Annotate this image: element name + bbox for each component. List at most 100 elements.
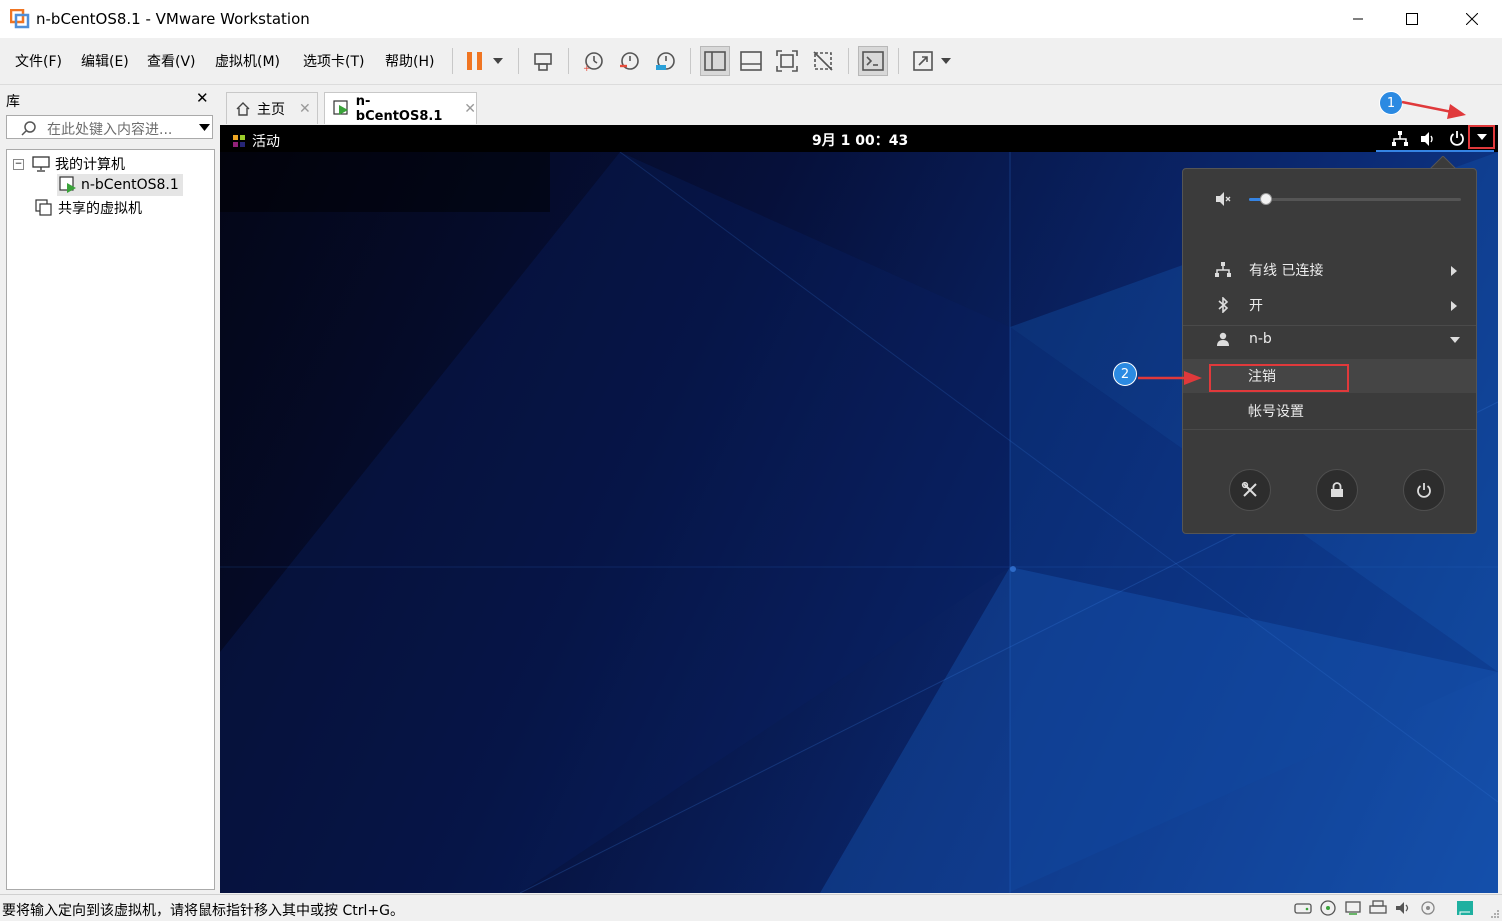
tree-item-vm[interactable]: n-bCentOS8.1 xyxy=(57,174,183,196)
console-view-icon[interactable] xyxy=(858,46,888,76)
wired-label: 有线 已连接 xyxy=(1249,263,1324,279)
gnome-clock[interactable]: 9月 1 00：43 xyxy=(812,130,908,150)
pause-dropdown-icon[interactable] xyxy=(488,46,508,76)
snapshot-manager-icon[interactable] xyxy=(650,46,680,76)
network-wired-icon xyxy=(1392,131,1408,146)
unity-mode-icon[interactable] xyxy=(808,46,838,76)
lock-button[interactable] xyxy=(1316,469,1358,511)
volume-icon xyxy=(1421,132,1433,146)
network-wired-icon xyxy=(1215,262,1231,277)
user-label: n-b xyxy=(1249,331,1272,347)
stretch-guest-icon[interactable] xyxy=(908,46,938,76)
title-bar: n-bCentOS8.1 - VMware Workstation xyxy=(0,0,1502,38)
menu-help[interactable]: 帮助(H) xyxy=(385,51,434,71)
menu-item-bluetooth[interactable]: 开 xyxy=(1183,288,1476,322)
menu-tabs[interactable]: 选项卡(T) xyxy=(303,51,364,71)
maximize-button[interactable] xyxy=(1384,0,1440,38)
network-adapter-icon[interactable] xyxy=(1344,900,1362,916)
menu-item-user[interactable]: n-b xyxy=(1183,322,1476,356)
tree-label-shared-vms: 共享的虚拟机 xyxy=(58,201,142,217)
gnome-top-bar: 活动 9月 1 00：43 xyxy=(220,125,1498,152)
menu-item-account-settings[interactable]: 帐号设置 xyxy=(1183,394,1476,428)
stretch-dropdown-icon[interactable] xyxy=(936,46,956,76)
menu-file[interactable]: 文件(F) xyxy=(15,51,62,71)
svg-text:+: + xyxy=(583,64,591,72)
centos-logo-icon xyxy=(233,135,245,147)
message-log-icon[interactable] xyxy=(1456,900,1476,916)
system-menu-arrow-highlight[interactable] xyxy=(1468,125,1495,149)
tab-home-close-icon[interactable]: ✕ xyxy=(299,101,311,117)
tree-item-shared-vms[interactable]: 共享的虚拟机 xyxy=(35,198,142,218)
menu-separator xyxy=(1183,429,1476,430)
menu-item-wired[interactable]: 有线 已连接 xyxy=(1183,253,1476,287)
toolbar-separator xyxy=(518,48,519,74)
menu-edit[interactable]: 编辑(E) xyxy=(81,51,129,71)
logout-highlight-box xyxy=(1209,364,1349,392)
tab-bar: 主页 ✕ n-bCentOS8.1 ✕ xyxy=(220,85,1502,125)
annotation-arrow-1 xyxy=(1401,100,1466,119)
show-library-icon[interactable] xyxy=(700,46,730,76)
close-button[interactable] xyxy=(1444,0,1500,38)
collapse-icon[interactable]: − xyxy=(13,158,24,170)
tab-vm-close-icon[interactable]: ✕ xyxy=(464,101,476,117)
power-off-button[interactable] xyxy=(1403,469,1445,511)
vm-running-icon xyxy=(59,176,76,193)
toolbar-separator xyxy=(452,48,453,74)
volume-slider-knob[interactable] xyxy=(1260,193,1272,205)
settings-button[interactable] xyxy=(1229,469,1271,511)
tree-label-vm: n-bCentOS8.1 xyxy=(81,177,179,193)
account-settings-label: 帐号设置 xyxy=(1248,404,1304,420)
volume-slider[interactable] xyxy=(1249,193,1461,205)
show-thumbnail-bar-icon[interactable] xyxy=(736,46,766,76)
hard-disk-icon[interactable] xyxy=(1294,900,1312,916)
full-screen-icon[interactable] xyxy=(772,46,802,76)
snapshot-icon[interactable]: + xyxy=(578,46,608,76)
menu-vm[interactable]: 虚拟机(M) xyxy=(215,51,280,71)
system-menu-arrow-icon xyxy=(1476,134,1487,140)
search-dropdown-icon[interactable] xyxy=(199,124,210,131)
submenu-arrow-icon xyxy=(1451,266,1457,276)
shared-vm-icon xyxy=(35,199,52,216)
toolbar-separator xyxy=(848,48,849,74)
search-icon xyxy=(21,121,36,136)
activities-label: 活动 xyxy=(252,134,280,150)
toolbar-separator xyxy=(568,48,569,74)
power-icon xyxy=(1417,483,1431,498)
toolbar-separator xyxy=(898,48,899,74)
volume-muted-icon xyxy=(1216,192,1231,206)
sound-card-icon[interactable] xyxy=(1394,900,1412,916)
library-pane: 库 ✕ 在此处键入内容进... − 我的计算机 n-bCentOS8.1 共享的… xyxy=(0,85,218,894)
minimize-button[interactable] xyxy=(1330,0,1386,38)
resize-grip-icon[interactable] xyxy=(1490,909,1500,919)
send-ctrl-alt-del-icon[interactable] xyxy=(528,46,558,76)
tree-label-my-computer: 我的计算机 xyxy=(55,157,125,173)
usb-device-icon[interactable] xyxy=(1419,900,1437,916)
vm-running-icon xyxy=(333,99,348,115)
expand-arrow-icon xyxy=(1450,337,1460,343)
printer-icon[interactable] xyxy=(1369,900,1387,916)
tab-vm-label: n-bCentOS8.1 xyxy=(355,93,443,124)
status-text: 要将输入定向到该虚拟机，请将鼠标指针移入其中或按 Ctrl+G。 xyxy=(2,903,404,919)
library-close-icon[interactable]: ✕ xyxy=(196,89,209,107)
library-search-placeholder: 在此处键入内容进... xyxy=(47,122,173,138)
submenu-arrow-icon xyxy=(1451,301,1457,311)
home-icon xyxy=(236,101,250,116)
bluetooth-icon xyxy=(1218,297,1229,313)
menu-view[interactable]: 查看(V) xyxy=(147,51,196,71)
tab-vm[interactable]: n-bCentOS8.1 ✕ xyxy=(324,92,477,124)
revert-snapshot-icon[interactable] xyxy=(614,46,644,76)
library-title: 库 xyxy=(6,94,20,110)
cd-dvd-icon[interactable] xyxy=(1319,900,1337,916)
toolbar-separator xyxy=(690,48,691,74)
annotation-arrow-2 xyxy=(1138,371,1202,385)
bluetooth-label: 开 xyxy=(1249,298,1263,314)
tree-item-my-computer[interactable]: − 我的计算机 xyxy=(13,154,125,174)
tab-home[interactable]: 主页 ✕ xyxy=(226,92,318,124)
library-search-input[interactable]: 在此处键入内容进... xyxy=(6,115,213,139)
library-tree: − 我的计算机 n-bCentOS8.1 共享的虚拟机 xyxy=(6,149,215,890)
pause-icon[interactable] xyxy=(460,46,490,76)
tab-home-label: 主页 xyxy=(257,101,285,118)
status-bar: 要将输入定向到该虚拟机，请将鼠标指针移入其中或按 Ctrl+G。 xyxy=(0,894,1502,921)
power-icon xyxy=(1450,131,1464,146)
activities-button[interactable]: 活动 xyxy=(232,131,280,151)
